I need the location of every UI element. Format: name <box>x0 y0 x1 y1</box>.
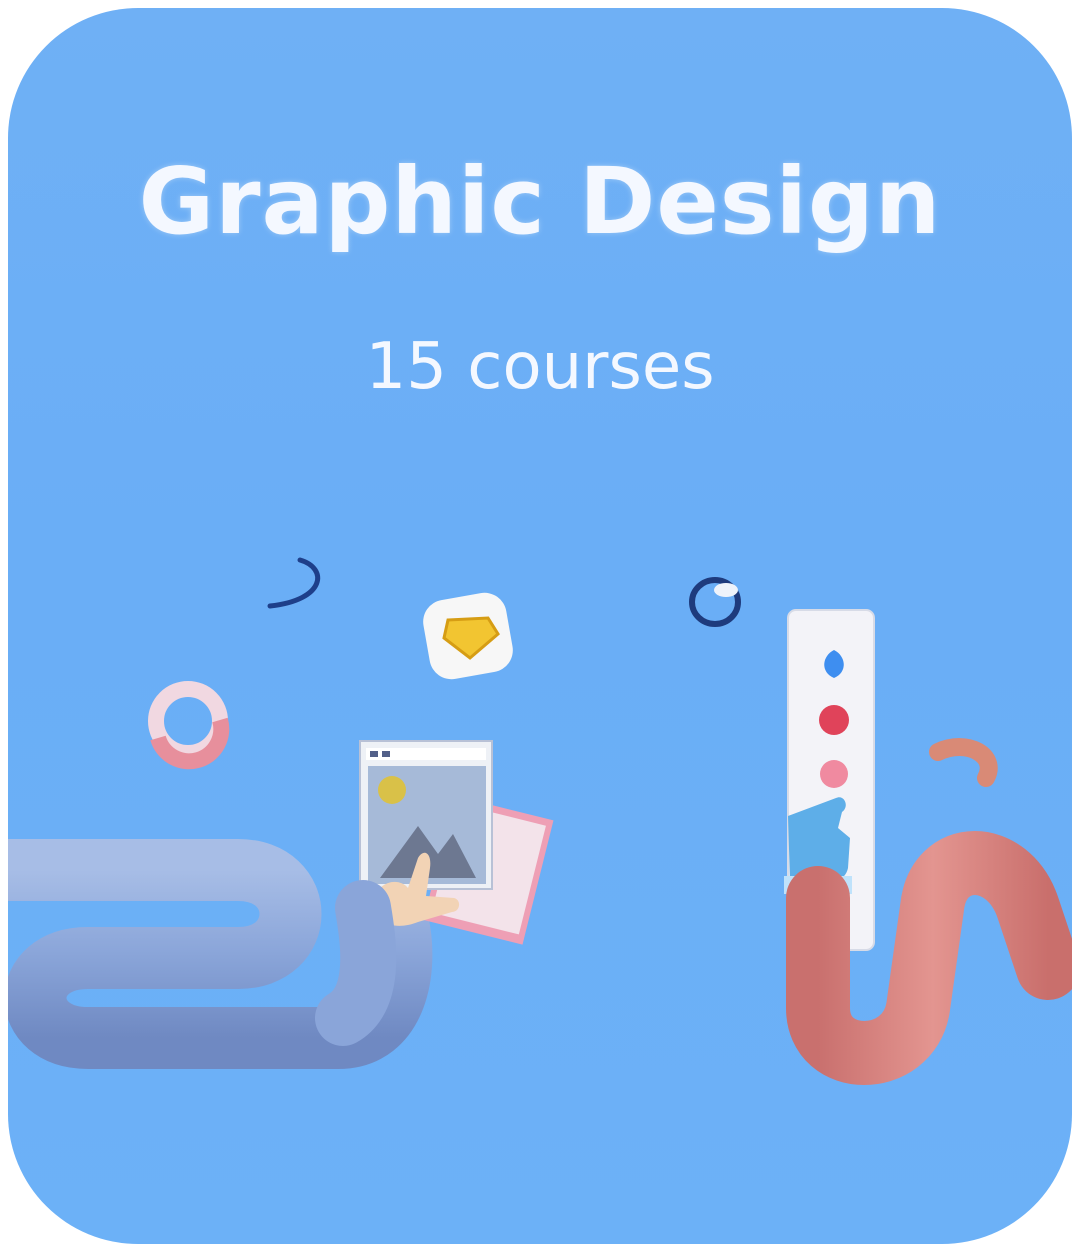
graphic-design-illustration <box>8 557 1072 1085</box>
category-card[interactable]: Graphic Design 15 courses <box>8 8 1072 1244</box>
arc-shape-icon <box>267 557 320 609</box>
gem-badge-icon <box>423 592 513 680</box>
donut-shape-icon <box>148 681 230 770</box>
hook-shape-icon <box>929 738 998 787</box>
ring-shape-icon <box>689 577 741 627</box>
